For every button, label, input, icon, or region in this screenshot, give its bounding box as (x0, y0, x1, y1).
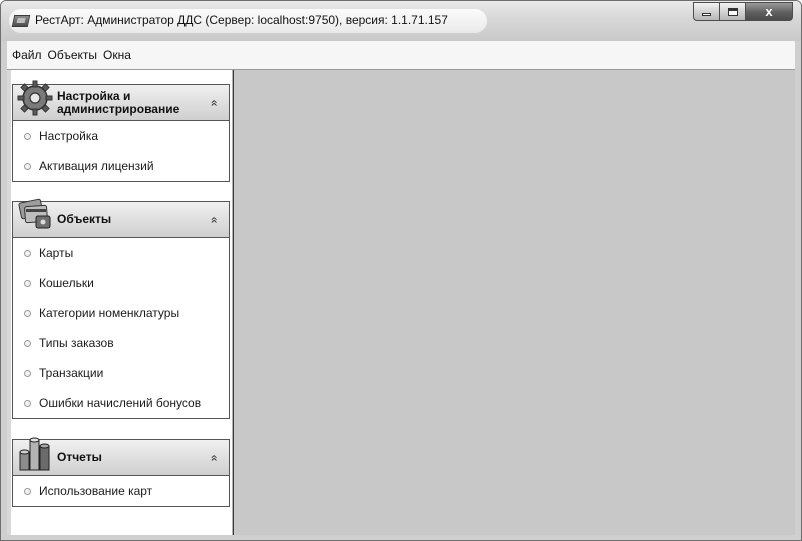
bullet-icon (24, 309, 31, 317)
group-objects: Объекты » Карты Кошельки Категории номен… (12, 198, 230, 419)
nav-item-label: Использование карт (39, 484, 153, 498)
maximize-icon (727, 7, 738, 16)
menu-file[interactable]: Файл (9, 48, 45, 62)
collapse-glyph: » (206, 454, 221, 462)
nav-item-label: Категории номенклатуры (39, 306, 180, 320)
nav-item-nomenclature-categories[interactable]: Категории номенклатуры (13, 298, 229, 328)
window-title: РестАрт: Администратор ДДС (Сервер: loca… (35, 13, 448, 27)
bullet-icon (24, 132, 31, 140)
group-header-settings-admin[interactable]: Настройка и администрирование » (13, 80, 229, 121)
nav-item-label: Транзакции (39, 366, 104, 380)
group-header-reports[interactable]: Отчеты » (13, 437, 229, 476)
bullet-icon (24, 369, 31, 377)
title-bar[interactable]: РестАрт: Администратор ДДС (Сервер: loca… (1, 1, 801, 41)
menu-windows[interactable]: Окна (100, 48, 134, 62)
collapse-glyph: » (206, 216, 221, 224)
client-area: Настройка и администрирование » Настройк… (7, 69, 795, 535)
group-reports: Отчеты » Использование карт (12, 437, 230, 507)
nav-item-wallets[interactable]: Кошельки (13, 268, 229, 298)
group-title-line2: администрирование (57, 102, 180, 116)
nav-item-order-types[interactable]: Типы заказов (13, 328, 229, 358)
group-title-reports: Отчеты (57, 450, 102, 464)
minimize-button[interactable] (693, 2, 720, 21)
chevron-up-icon[interactable]: » (206, 452, 221, 464)
group-header-objects[interactable]: Объекты » (13, 198, 229, 238)
menu-objects[interactable]: Объекты (45, 48, 101, 62)
main-workspace (234, 70, 795, 535)
bullet-icon (24, 399, 31, 407)
navigation-sidebar: Настройка и администрирование » Настройк… (7, 70, 233, 535)
chevron-up-icon[interactable]: » (206, 97, 221, 109)
menu-bar: Файл Объекты Окна (7, 41, 795, 69)
nav-item-label: Кошельки (39, 276, 94, 290)
group-settings-admin: Настройка и администрирование » Настройк… (12, 80, 230, 182)
nav-item-settings[interactable]: Настройка (13, 121, 229, 151)
bullet-icon (24, 162, 31, 170)
nav-item-bonus-errors[interactable]: Ошибки начислений бонусов (13, 388, 229, 418)
nav-item-label: Типы заказов (39, 336, 114, 350)
bullet-icon (24, 279, 31, 287)
cards-icon (18, 198, 51, 229)
nav-item-license-activation[interactable]: Активация лицензий (13, 151, 229, 181)
maximize-button[interactable] (720, 2, 746, 21)
nav-item-card-usage[interactable]: Использование карт (13, 476, 229, 506)
chevron-up-icon[interactable]: » (206, 214, 221, 226)
nav-item-label: Настройка (39, 129, 99, 143)
window-controls: x (693, 2, 793, 21)
app-icon[interactable] (11, 15, 31, 27)
nav-item-transactions[interactable]: Транзакции (13, 358, 229, 388)
bullet-icon (24, 487, 31, 495)
sidebar-scroll-edge (7, 70, 11, 535)
nav-item-label: Карты (39, 246, 74, 260)
group-title-settings-admin: Настройка и администрирование (57, 90, 179, 116)
collapse-glyph: » (206, 99, 221, 107)
app-window: РестАрт: Администратор ДДС (Сервер: loca… (0, 0, 802, 541)
group-title-objects: Объекты (57, 212, 112, 226)
bullet-icon (24, 339, 31, 347)
nav-item-label: Ошибки начислений бонусов (39, 396, 202, 410)
report-chart-icon (19, 437, 50, 471)
bullet-icon (24, 249, 31, 257)
minimize-icon (702, 13, 711, 16)
gear-icon (17, 80, 53, 116)
nav-item-cards[interactable]: Карты (13, 238, 229, 268)
close-icon: x (765, 4, 773, 19)
nav-item-label: Активация лицензий (39, 159, 154, 173)
close-button[interactable]: x (746, 2, 793, 21)
